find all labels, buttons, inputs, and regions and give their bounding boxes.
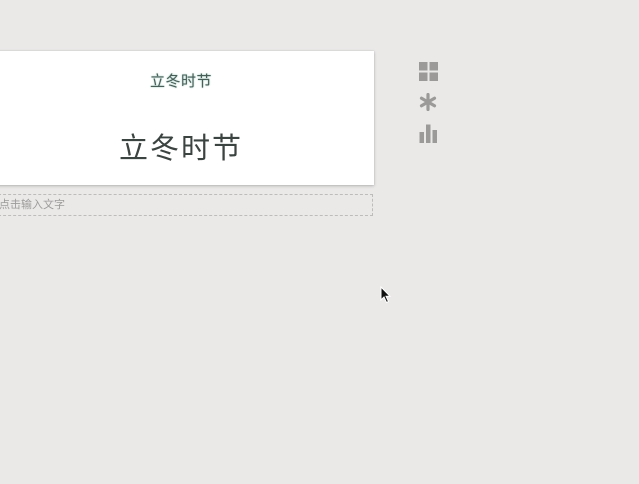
layout-button[interactable]: [417, 60, 439, 82]
card-subtitle[interactable]: 立冬时节: [0, 70, 374, 91]
editor-canvas: 立冬时节 立冬时节 点击输入文字: [0, 0, 639, 484]
bar-chart-icon: [419, 124, 438, 143]
effects-button[interactable]: [417, 91, 439, 113]
content-card[interactable]: 立冬时节 立冬时节: [0, 51, 374, 185]
card-title[interactable]: 立冬时节: [0, 125, 374, 167]
side-toolbar: [417, 60, 439, 153]
chart-button[interactable]: [417, 122, 439, 144]
caption-input[interactable]: 点击输入文字: [0, 194, 373, 216]
asterisk-icon: [419, 93, 437, 111]
mouse-pointer-icon: [380, 285, 392, 304]
layout-grid-icon: [418, 61, 438, 81]
